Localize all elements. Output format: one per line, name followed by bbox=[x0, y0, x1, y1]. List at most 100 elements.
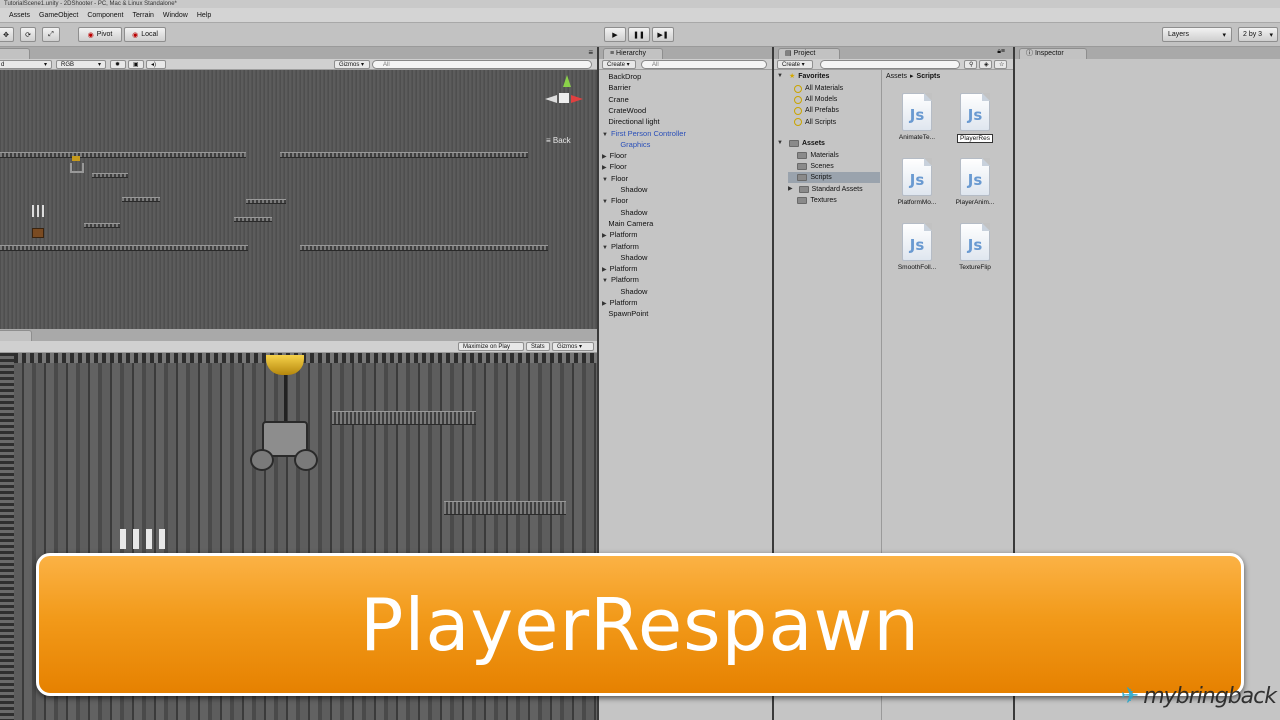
favorite-item[interactable]: All Models bbox=[794, 94, 837, 105]
scale-tool-button[interactable]: ⤢ bbox=[42, 27, 60, 42]
lock-icon[interactable]: 🔒︎≡ bbox=[997, 48, 1005, 56]
play-button[interactable]: ▶ bbox=[604, 27, 626, 42]
tab-project[interactable]: ▤ Project bbox=[778, 48, 840, 59]
expand-arrow-icon[interactable]: ▶ bbox=[788, 184, 793, 195]
asset-folder[interactable]: Scripts bbox=[788, 172, 880, 184]
folder-icon bbox=[797, 196, 808, 204]
wall-sprite bbox=[0, 353, 14, 720]
panel-menu-icon[interactable]: ≡ bbox=[588, 48, 593, 57]
inspector-tab-label: Inspector bbox=[1034, 50, 1064, 57]
expand-arrow-icon[interactable]: ▶ bbox=[602, 267, 607, 273]
favorite-item[interactable]: All Scripts bbox=[794, 117, 836, 128]
folder-label: Scripts bbox=[810, 174, 832, 182]
asset-folder[interactable]: Textures bbox=[788, 195, 837, 206]
scene-orientation-gizmo[interactable] bbox=[543, 75, 591, 123]
expand-arrow-icon[interactable]: ▶ bbox=[602, 154, 607, 160]
render-mode-dropdown[interactable]: d ▾ bbox=[0, 60, 52, 69]
rename-field[interactable]: PlayerRes bbox=[957, 134, 993, 143]
local-toggle[interactable]: ◉ Local bbox=[124, 27, 166, 42]
folder-icon bbox=[797, 152, 808, 159]
menu-assets[interactable]: Assets bbox=[9, 12, 30, 19]
collapse-arrow-icon[interactable]: ▼ bbox=[602, 177, 608, 183]
scene-gizmos-dropdown[interactable]: Gizmos ▾ bbox=[334, 60, 370, 69]
hierarchy-item-label: Platform bbox=[609, 298, 638, 307]
menu-gameobject[interactable]: GameObject bbox=[39, 12, 78, 19]
tab-hierarchy[interactable]: ≡ Hierarchy bbox=[603, 48, 663, 59]
tab-game[interactable] bbox=[0, 330, 32, 341]
maximize-on-play-toggle[interactable]: Maximize on Play bbox=[458, 342, 524, 351]
y-axis-icon bbox=[563, 75, 571, 87]
script-asset[interactable]: Js TextureFlip bbox=[945, 223, 1005, 271]
audio-toggle[interactable]: ◂) bbox=[146, 60, 166, 69]
collapse-arrow-icon[interactable]: ▼ bbox=[602, 132, 608, 138]
assets-label: Assets bbox=[801, 140, 825, 147]
project-search-input[interactable] bbox=[820, 60, 960, 69]
menu-component[interactable]: Component bbox=[87, 12, 123, 19]
tab-inspector[interactable]: ⓘ Inspector bbox=[1019, 48, 1087, 59]
favorite-button[interactable]: ☆ bbox=[994, 60, 1007, 69]
hierarchy-item-label: Floor bbox=[609, 151, 627, 161]
expand-arrow-icon[interactable]: ▶ bbox=[602, 301, 607, 307]
lighting-toggle[interactable]: ✹ bbox=[110, 60, 126, 69]
layout-dropdown[interactable]: 2 by 3 ▾ bbox=[1238, 27, 1278, 42]
expand-arrow-icon bbox=[602, 86, 605, 92]
filter-label-button[interactable]: ◈ bbox=[979, 60, 992, 69]
hierarchy-item[interactable]: SpawnPoint bbox=[602, 308, 648, 321]
hierarchy-item-label: Platform bbox=[609, 264, 638, 274]
breadcrumb-scripts[interactable]: Scripts bbox=[917, 71, 941, 82]
expand-arrow-icon[interactable]: ▶ bbox=[602, 233, 607, 239]
move-tool-button[interactable]: ✥ bbox=[0, 27, 14, 42]
script-asset[interactable]: Js PlatformMo... bbox=[887, 158, 947, 206]
image-toggle[interactable]: ▣ bbox=[128, 60, 144, 69]
layers-dropdown[interactable]: Layers ▾ bbox=[1162, 27, 1232, 42]
expand-arrow-icon bbox=[788, 150, 791, 161]
menu-terrain[interactable]: Terrain bbox=[133, 12, 154, 19]
collapse-arrow-icon[interactable]: ▼ bbox=[602, 278, 608, 284]
script-asset[interactable]: Js AnimateTe... bbox=[887, 93, 947, 141]
script-asset[interactable]: Js PlayerRes bbox=[945, 93, 1005, 145]
collapse-arrow-icon[interactable]: ▼ bbox=[602, 245, 608, 251]
expand-icon: ▼ bbox=[777, 73, 783, 79]
menu-bar: Assets GameObject Component Terrain Wind… bbox=[0, 8, 1280, 23]
asset-folder[interactable]: Scenes bbox=[788, 161, 834, 172]
scene-search-input[interactable]: All bbox=[372, 60, 592, 69]
assets-header[interactable]: ▼ Assets bbox=[777, 138, 825, 149]
menu-help[interactable]: Help bbox=[197, 12, 211, 19]
project-create-button[interactable]: Create ▾ bbox=[777, 60, 813, 69]
pivot-toggle[interactable]: ◉ Pivot bbox=[78, 27, 122, 42]
scene-controlbar: d ▾ RGB ▾ ✹ ▣ ◂) Gizmos ▾ All bbox=[0, 59, 597, 70]
script-asset[interactable]: Js PlayerAnim... bbox=[945, 158, 1005, 206]
hierarchy-create-button[interactable]: Create ▾ bbox=[602, 60, 636, 69]
rotate-tool-button[interactable]: ⟳ bbox=[20, 27, 36, 42]
menu-window[interactable]: Window bbox=[163, 12, 188, 19]
pause-icon: ❚❚ bbox=[633, 31, 645, 39]
stats-label: Stats bbox=[531, 344, 545, 350]
asset-folder[interactable]: Materials bbox=[788, 150, 839, 161]
scene-viewport[interactable]: ≡ Back bbox=[0, 70, 597, 329]
collapse-arrow-icon[interactable]: ▼ bbox=[602, 199, 608, 205]
stats-toggle[interactable]: Stats bbox=[526, 342, 550, 351]
pause-button[interactable]: ❚❚ bbox=[628, 27, 650, 42]
pivot-icon: ◉ bbox=[87, 31, 94, 39]
x-axis-icon bbox=[571, 95, 583, 103]
game-gizmos-label: Gizmos bbox=[557, 344, 578, 350]
maximize-label: Maximize on Play bbox=[463, 344, 511, 350]
expand-arrow-icon[interactable]: ▶ bbox=[602, 165, 607, 171]
asset-folder[interactable]: ▶ Standard Assets bbox=[788, 184, 863, 195]
step-button[interactable]: ▶❚ bbox=[652, 27, 674, 42]
image-icon: ▣ bbox=[133, 62, 139, 68]
hierarchy-search-input[interactable]: All bbox=[641, 60, 767, 69]
favorite-item[interactable]: All Materials bbox=[794, 83, 843, 94]
color-mode-dropdown[interactable]: RGB ▾ bbox=[56, 60, 106, 69]
game-gizmos-dropdown[interactable]: Gizmos ▾ bbox=[552, 342, 594, 351]
dropdown-arrow-icon: ▾ bbox=[43, 62, 47, 68]
folder-label: Standard Assets bbox=[811, 185, 863, 193]
favorites-header[interactable]: ▼ ★ Favorites bbox=[777, 71, 829, 82]
color-mode-label: RGB bbox=[61, 62, 75, 68]
tab-scene[interactable] bbox=[0, 48, 30, 59]
breadcrumb-assets[interactable]: Assets bbox=[886, 71, 907, 82]
favorite-label: All Models bbox=[805, 96, 838, 104]
script-asset[interactable]: Js SmoothFoll... bbox=[887, 223, 947, 271]
favorite-item[interactable]: All Prefabs bbox=[794, 105, 839, 116]
filter-type-button[interactable]: ⚲ bbox=[964, 60, 977, 69]
